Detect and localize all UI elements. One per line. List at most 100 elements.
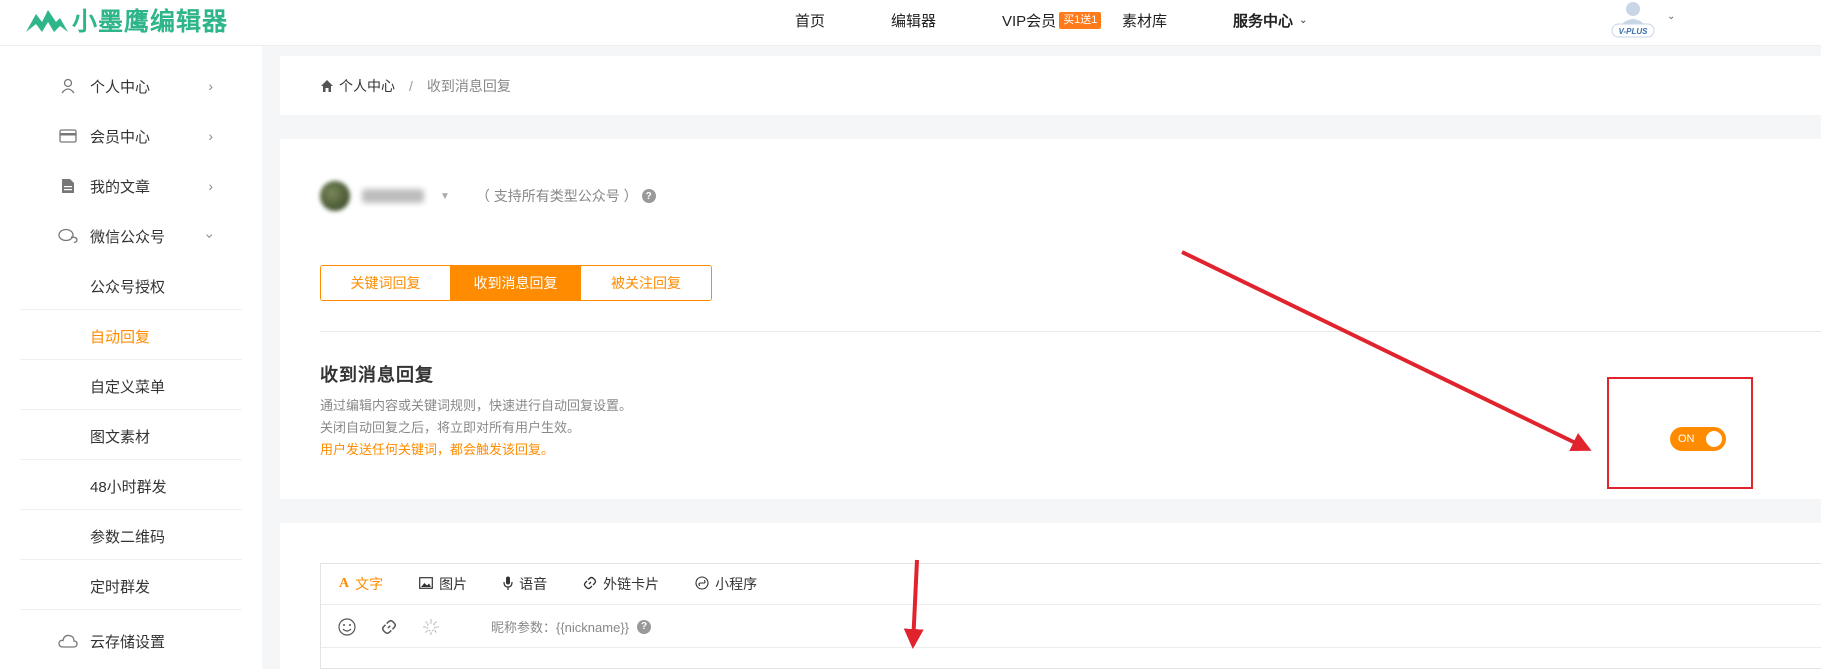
- vip-promo-badge: 买1送1: [1059, 11, 1102, 29]
- eagle-logo-icon: [26, 10, 68, 32]
- chevron-down-icon: ⌄: [1299, 14, 1308, 26]
- account-avatar: [320, 181, 350, 211]
- home-icon: [321, 80, 333, 92]
- nav-editor[interactable]: 编辑器: [891, 0, 936, 40]
- sidebar-sub-qrcode[interactable]: 参数二维码: [90, 524, 165, 548]
- vplus-badge: V-PLUS: [1618, 27, 1648, 36]
- sidebar-sub-authorize[interactable]: 公众号授权: [90, 274, 165, 298]
- nav-material[interactable]: 素材库: [1122, 0, 1167, 40]
- breadcrumb-separator: /: [409, 78, 413, 94]
- sidebar-sub-auto-reply[interactable]: 自动回复: [90, 324, 150, 348]
- sidebar-item-label: 个人中心: [90, 78, 151, 96]
- tab-miniprogram-label: 小程序: [715, 576, 758, 592]
- annotation-highlight-box: [1607, 377, 1753, 489]
- divider: [20, 509, 242, 510]
- mic-icon: [503, 576, 513, 593]
- chevron-down-icon: ▼: [440, 190, 450, 202]
- breadcrumb: 个人中心 / 收到消息回复: [320, 76, 511, 96]
- help-icon[interactable]: ?: [641, 189, 656, 203]
- image-icon: [419, 576, 434, 592]
- tab-voice-label: 语音: [519, 576, 548, 592]
- tab-message-reply[interactable]: 收到消息回复: [451, 266, 581, 300]
- reply-type-tabs: 关键词回复 收到消息回复 被关注回复: [320, 265, 712, 301]
- divider: [20, 559, 242, 560]
- divider: [20, 409, 242, 410]
- nav-vip-label: VIP会员: [1002, 12, 1057, 30]
- nav-home-label: 首页: [795, 12, 826, 30]
- chat-icon: [58, 226, 78, 246]
- magic-wand-icon[interactable]: [421, 617, 441, 637]
- tab-link-card[interactable]: 外链卡片: [583, 574, 659, 594]
- editor-toolbar: 昵称参数：{{nickname}} ?: [321, 606, 1821, 648]
- avatar-icon: V-PLUS: [1611, 2, 1655, 38]
- tab-miniprogram[interactable]: 小程序: [695, 574, 757, 594]
- top-header: 小墨鹰编辑器 首页 编辑器 VIP会员 买1送1 素材库 服务中心 ⌄ V-PL…: [0, 0, 1821, 46]
- tab-link-card-label: 外链卡片: [603, 576, 660, 592]
- chevron-down-icon[interactable]: ⌄: [1667, 11, 1675, 22]
- card-icon: [58, 126, 78, 146]
- nav-material-label: 素材库: [1122, 12, 1168, 30]
- tab-follow-reply[interactable]: 被关注回复: [581, 266, 711, 300]
- tab-text[interactable]: A 文字: [339, 574, 383, 594]
- breadcrumb-card: 个人中心 / 收到消息回复: [280, 56, 1821, 115]
- tab-text-label: 文字: [355, 576, 384, 592]
- account-selector[interactable]: ▼ （ 支持所有类型公众号 ） ?: [320, 181, 656, 211]
- text-icon: A: [339, 576, 350, 591]
- breadcrumb-current: 收到消息回复: [426, 78, 511, 94]
- link-icon: [583, 576, 597, 593]
- reply-editor-card: A 文字 图片 语音 外链卡片 小程序 昵称参数：{{nickname}} ?: [280, 523, 1821, 669]
- nickname-param-label: 昵称参数：{{nickname}}: [491, 620, 630, 635]
- sidebar-sub-news-material[interactable]: 图文素材: [90, 424, 150, 448]
- emoji-icon[interactable]: [337, 617, 357, 637]
- divider: [20, 359, 242, 360]
- chevron-right-icon: ›: [208, 128, 213, 144]
- user-avatar[interactable]: V-PLUS: [1609, 0, 1657, 40]
- breadcrumb-root[interactable]: 个人中心: [339, 76, 395, 96]
- sidebar-sub-custom-menu[interactable]: 自定义菜单: [90, 374, 165, 398]
- logo[interactable]: 小墨鹰编辑器: [24, 4, 228, 36]
- sidebar-sub-scheduled[interactable]: 定时群发: [90, 574, 150, 598]
- logo-text: 小墨鹰编辑器: [72, 7, 229, 36]
- tab-voice[interactable]: 语音: [503, 574, 547, 594]
- content-type-tabs: A 文字 图片 语音 外链卡片 小程序: [321, 564, 1821, 605]
- miniprogram-icon: [695, 575, 709, 593]
- sidebar-item-articles[interactable]: 我的文章 ›: [58, 173, 243, 199]
- divider: [20, 609, 242, 610]
- chevron-right-icon: ›: [208, 78, 213, 94]
- nav-service[interactable]: 服务中心 ⌄: [1233, 0, 1307, 40]
- nav-service-label: 服务中心: [1233, 12, 1294, 30]
- nav-editor-label: 编辑器: [891, 12, 937, 30]
- account-support-note: （ 支持所有类型公众号 ）: [475, 188, 638, 204]
- section-desc-1: 通过编辑内容或关键词规则，快速进行自动回复设置。: [320, 398, 633, 413]
- divider: [20, 309, 242, 310]
- section-desc-highlight: 用户发送任何关键词，都会触发该回复。: [320, 442, 555, 457]
- section-title: 收到消息回复: [320, 365, 434, 385]
- sidebar-item-cloud-storage[interactable]: 云存储设置: [58, 628, 243, 654]
- sidebar: 个人中心 › 会员中心 › 我的文章 › 微信公众号 › 公众号授权 自动回复 …: [0, 46, 262, 669]
- sidebar-item-membership[interactable]: 会员中心 ›: [58, 123, 243, 149]
- chevron-right-icon: ›: [208, 178, 213, 194]
- sidebar-sub-48h-broadcast[interactable]: 48小时群发: [90, 474, 167, 498]
- nav-vip[interactable]: VIP会员 买1送1: [1002, 0, 1102, 40]
- insert-link-icon[interactable]: [379, 617, 399, 637]
- nav-home[interactable]: 首页: [795, 0, 825, 40]
- auto-reply-card: ▼ （ 支持所有类型公众号 ） ? 关键词回复 收到消息回复 被关注回复 收到消…: [280, 139, 1821, 499]
- sidebar-item-label: 云存储设置: [90, 633, 166, 651]
- sidebar-item-wechat[interactable]: 微信公众号 ›: [58, 223, 243, 249]
- tab-image[interactable]: 图片: [419, 574, 467, 594]
- nickname-param: 昵称参数：{{nickname}} ?: [491, 617, 652, 636]
- divider: [320, 331, 1821, 332]
- sidebar-item-personal[interactable]: 个人中心 ›: [58, 73, 243, 99]
- section-desc-2: 关闭自动回复之后，将立即对所有用户生效。: [320, 420, 581, 435]
- reply-editor: A 文字 图片 语音 外链卡片 小程序 昵称参数：{{nickname}} ?: [320, 563, 1821, 669]
- help-icon[interactable]: ?: [637, 619, 652, 634]
- divider: [20, 459, 242, 460]
- chevron-down-icon: ›: [202, 233, 219, 239]
- sidebar-item-label: 会员中心: [90, 128, 151, 146]
- sidebar-item-label: 我的文章: [90, 178, 151, 196]
- tab-image-label: 图片: [439, 576, 468, 592]
- sidebar-item-label: 微信公众号: [90, 228, 166, 246]
- tab-keyword-reply[interactable]: 关键词回复: [321, 266, 451, 300]
- document-icon: [58, 176, 78, 196]
- cloud-icon: [58, 631, 78, 651]
